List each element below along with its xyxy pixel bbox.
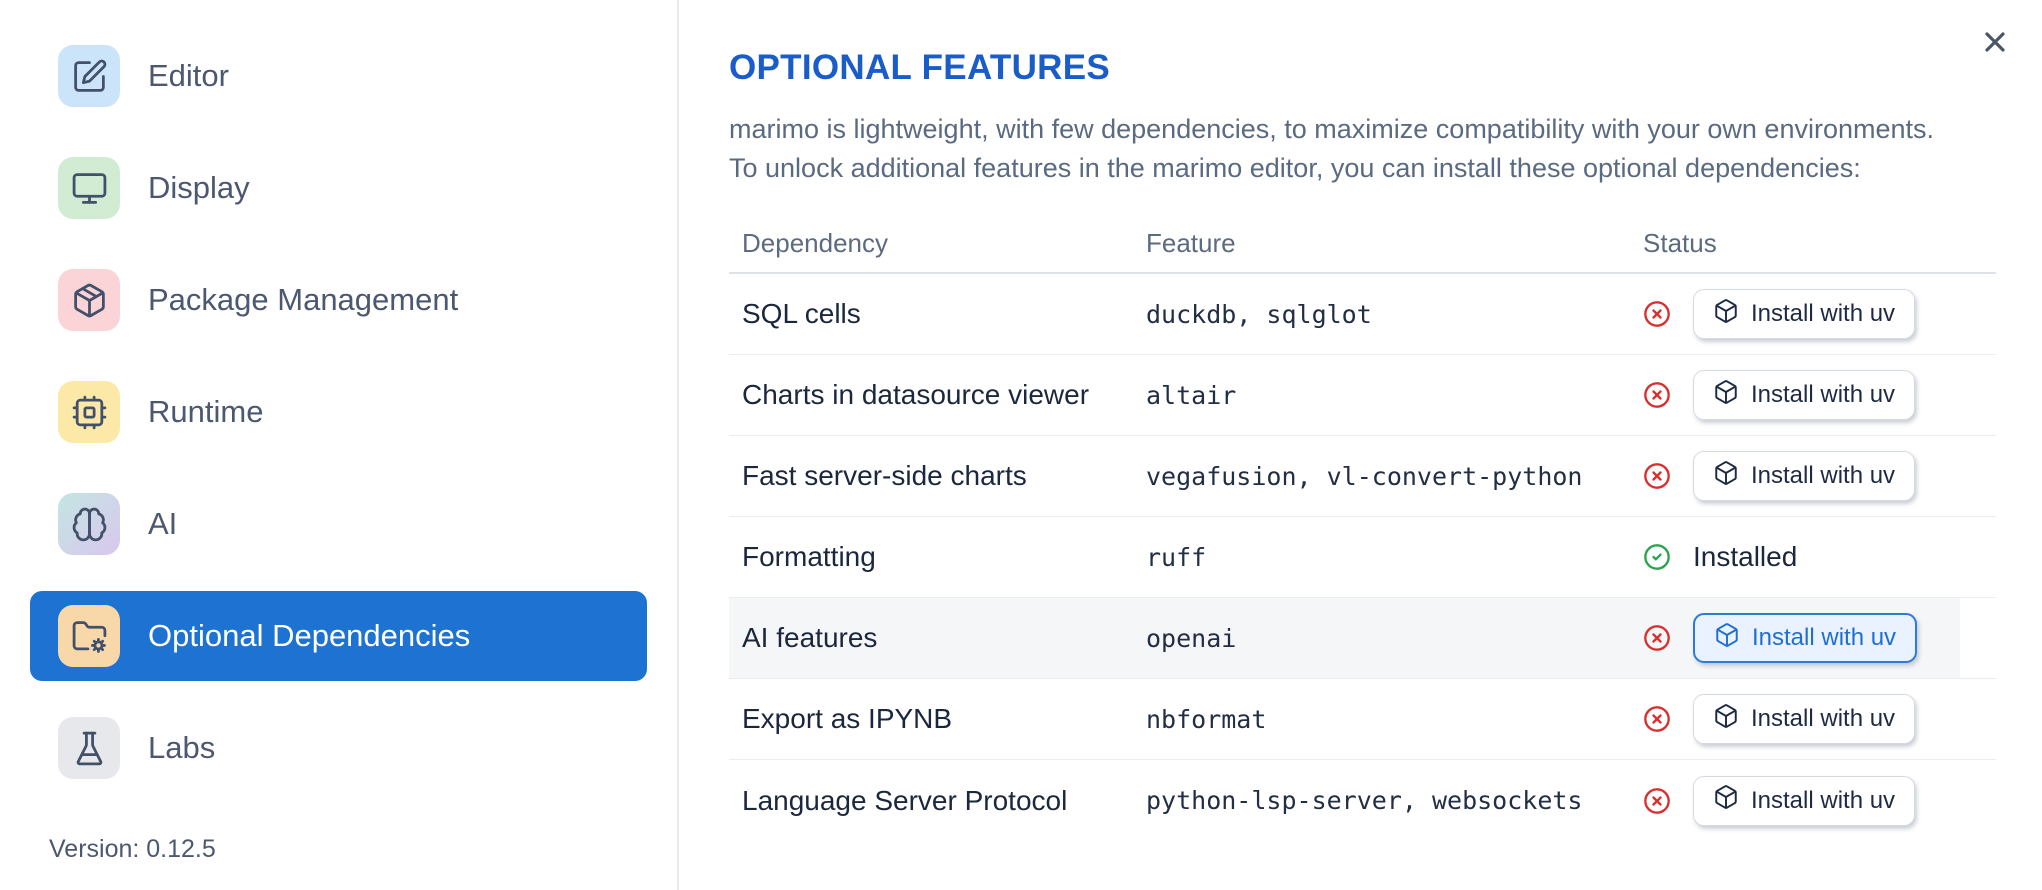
optional-features-panel: OPTIONAL FEATURES marimo is lightweight,…: [679, 0, 2042, 890]
feature-cell: ruff: [1146, 542, 1207, 572]
circle-x-icon: [1643, 462, 1671, 490]
dependency-cell: Fast server-side charts: [742, 460, 1027, 491]
package-box-icon: [1713, 298, 1739, 331]
column-header-dependency: Dependency: [742, 227, 888, 258]
table-row-language-server-protocol: Language Server Protocol python-lsp-serv…: [729, 760, 1996, 841]
sidebar-item-display[interactable]: Display: [30, 143, 647, 233]
table-row-export-as-ipynb: Export as IPYNB nbformat Install with uv: [729, 679, 1996, 760]
sidebar-item-label: Display: [148, 170, 250, 205]
status-cell: Install with uv: [1643, 451, 1996, 501]
settings-sidebar: Editor Display Package Management Runtim…: [0, 0, 679, 890]
version-label: Version: 0.12.5: [49, 835, 216, 863]
dependency-cell: Charts in datasource viewer: [742, 379, 1090, 410]
column-header-feature: Feature: [1146, 227, 1236, 258]
panel-description: marimo is lightweight, with few dependen…: [729, 110, 2042, 188]
dependency-cell: Language Server Protocol: [742, 784, 1068, 816]
package-box-icon: [1713, 379, 1739, 412]
sidebar-item-label: AI: [148, 506, 178, 541]
table-header-row: Dependency Feature Status: [729, 214, 1996, 274]
dependency-cell: Formatting: [742, 541, 876, 572]
circle-x-icon: [1643, 624, 1671, 652]
status-cell: Install with uv: [1643, 775, 1996, 826]
install-button-label: Install with uv: [1751, 705, 1896, 732]
status-cell: Install with uv: [1643, 370, 1996, 420]
status-cell: Install with uv: [1643, 613, 1996, 663]
install-with-uv-button[interactable]: Install with uv: [1693, 775, 1916, 826]
install-button-label: Install with uv: [1752, 624, 1897, 651]
circle-check-icon: [1643, 543, 1671, 571]
dependencies-table: Dependency Feature Status SQL cells duck…: [729, 214, 1996, 841]
install-button-label: Install with uv: [1751, 381, 1896, 408]
description-line: To unlock additional features in the mar…: [729, 153, 1861, 183]
circle-x-icon: [1643, 300, 1671, 328]
flask-icon: [58, 717, 120, 779]
table-row-ai-features: AI features openai Install with uv: [729, 598, 1996, 679]
install-button-label: Install with uv: [1751, 462, 1896, 489]
close-button[interactable]: [1976, 24, 2014, 62]
install-with-uv-button[interactable]: Install with uv: [1693, 694, 1916, 744]
table-row-formatting: Formatting ruff Installed: [729, 517, 1996, 598]
package-box-icon: [1713, 460, 1739, 493]
folder-cog-icon: [58, 605, 120, 667]
sidebar-nav: Editor Display Package Management Runtim…: [0, 0, 677, 793]
install-with-uv-button[interactable]: Install with uv: [1693, 613, 1918, 663]
feature-cell: openai: [1146, 623, 1237, 653]
feature-cell: vegafusion, vl-convert-python: [1146, 461, 1583, 491]
install-button-label: Install with uv: [1751, 300, 1896, 327]
sidebar-item-runtime[interactable]: Runtime: [30, 367, 647, 457]
cpu-icon: [58, 381, 120, 443]
monitor-icon: [58, 157, 120, 219]
column-header-status: Status: [1643, 227, 1717, 258]
package-icon: [58, 269, 120, 331]
brain-icon: [58, 493, 120, 555]
table-body: SQL cells duckdb, sqlglot Install with u…: [729, 274, 1996, 841]
package-box-icon: [1714, 622, 1740, 655]
close-icon: [1979, 26, 2011, 61]
circle-x-icon: [1643, 381, 1671, 409]
feature-cell: python-lsp-server, websockets: [1146, 786, 1583, 815]
sidebar-item-label: Runtime: [148, 394, 264, 429]
square-pen-icon: [58, 45, 120, 107]
circle-x-icon: [1643, 787, 1671, 815]
status-cell: Install with uv: [1643, 694, 1996, 744]
sidebar-item-label: Labs: [148, 730, 216, 765]
dependency-cell: Export as IPYNB: [742, 703, 953, 734]
page-title: OPTIONAL FEATURES: [729, 48, 1111, 87]
description-line: marimo is lightweight, with few dependen…: [729, 114, 1935, 144]
table-row-sql-cells: SQL cells duckdb, sqlglot Install with u…: [729, 274, 1996, 355]
dependency-cell: SQL cells: [742, 298, 861, 329]
sidebar-item-package-management[interactable]: Package Management: [30, 255, 647, 345]
table-row-fast-server-side-charts: Fast server-side charts vegafusion, vl-c…: [729, 436, 1996, 517]
sidebar-item-editor[interactable]: Editor: [30, 31, 647, 121]
sidebar-item-label: Package Management: [148, 282, 459, 317]
dependency-cell: AI features: [742, 622, 878, 653]
install-with-uv-button[interactable]: Install with uv: [1693, 370, 1916, 420]
circle-x-icon: [1643, 705, 1671, 733]
feature-cell: altair: [1146, 380, 1237, 410]
installed-status-label: Installed: [1693, 541, 1798, 572]
feature-cell: duckdb, sqlglot: [1146, 299, 1372, 329]
install-with-uv-button[interactable]: Install with uv: [1693, 451, 1916, 501]
feature-cell: nbformat: [1146, 704, 1267, 734]
sidebar-item-label: Editor: [148, 58, 229, 93]
sidebar-item-label: Optional Dependencies: [148, 618, 471, 653]
install-with-uv-button[interactable]: Install with uv: [1693, 289, 1916, 339]
sidebar-item-labs[interactable]: Labs: [30, 703, 647, 793]
install-button-label: Install with uv: [1751, 786, 1896, 814]
sidebar-item-optional-dependencies[interactable]: Optional Dependencies: [30, 591, 647, 681]
package-box-icon: [1713, 784, 1739, 817]
sidebar-item-ai[interactable]: AI: [30, 479, 647, 569]
status-cell: Installed: [1643, 541, 1996, 573]
status-cell: Install with uv: [1643, 289, 1996, 339]
package-box-icon: [1713, 703, 1739, 736]
table-row-charts-in-datasource-viewer: Charts in datasource viewer altair Insta…: [729, 355, 1996, 436]
